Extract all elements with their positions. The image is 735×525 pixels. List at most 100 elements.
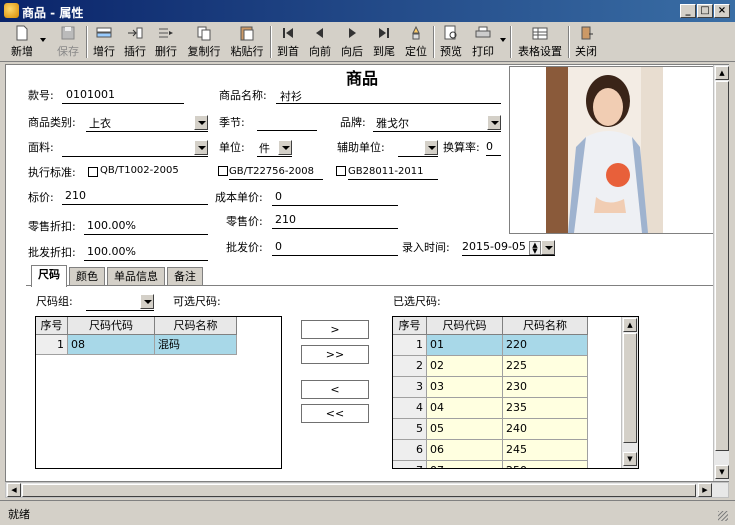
column-header[interactable]: 尺码名称 bbox=[503, 317, 588, 335]
move-all-right-button[interactable]: >> bbox=[301, 345, 369, 364]
table-cell[interactable]: 04 bbox=[427, 398, 503, 419]
preview-button[interactable]: 预览 bbox=[437, 24, 465, 60]
table-cell[interactable]: 220 bbox=[503, 335, 588, 356]
new-button[interactable]: 新增 bbox=[6, 24, 38, 60]
new-icon bbox=[16, 25, 28, 41]
close-window-button[interactable]: × bbox=[714, 4, 730, 18]
std2-checkbox[interactable] bbox=[218, 166, 228, 176]
chevron-down-icon[interactable] bbox=[194, 140, 208, 155]
category-select[interactable]: 上衣 bbox=[86, 115, 208, 132]
save-button[interactable]: 保存 bbox=[52, 24, 84, 60]
grid-scrollbar[interactable]: ▲ ▼ bbox=[621, 317, 638, 468]
table-cell[interactable]: 03 bbox=[427, 377, 503, 398]
paste-row-button[interactable]: 粘贴行 bbox=[227, 24, 267, 60]
scroll-right-icon[interactable]: ▶ bbox=[698, 483, 712, 497]
entry-time-field[interactable]: 2015-09-05 ▲ ▼ bbox=[462, 240, 555, 256]
scroll-thumb[interactable] bbox=[715, 81, 729, 451]
table-cell[interactable]: 250 bbox=[503, 461, 588, 468]
column-header[interactable]: 序号 bbox=[393, 317, 427, 335]
column-header[interactable]: 尺码代码 bbox=[427, 317, 503, 335]
name-field[interactable]: 衬衫 bbox=[276, 88, 501, 104]
unit-select[interactable]: 件 bbox=[257, 140, 292, 157]
season-field[interactable] bbox=[257, 115, 317, 131]
selected-sizes-grid[interactable]: 序号 尺码代码 尺码名称 1 01 220 2 02 225 3 03 230 4 04 235 5 05… bbox=[392, 316, 639, 469]
delete-row-button[interactable]: 删行 bbox=[152, 24, 180, 60]
print-button[interactable]: 打印 bbox=[468, 24, 498, 60]
chevron-down-icon[interactable] bbox=[140, 294, 154, 309]
scroll-up-icon[interactable]: ▲ bbox=[623, 318, 637, 332]
tab-item-info[interactable]: 单品信息 bbox=[107, 267, 165, 286]
resize-grip-icon[interactable] bbox=[718, 511, 728, 521]
size-group-select[interactable] bbox=[86, 294, 154, 311]
brand-select[interactable]: 雅戈尔 bbox=[373, 115, 501, 132]
locate-button[interactable]: 定位 bbox=[402, 24, 430, 60]
table-cell[interactable]: 05 bbox=[427, 419, 503, 440]
chevron-down-icon[interactable] bbox=[424, 140, 438, 155]
chevron-down-icon[interactable] bbox=[194, 115, 208, 130]
tab-size[interactable]: 尺码 bbox=[31, 265, 67, 287]
table-cell[interactable]: 225 bbox=[503, 356, 588, 377]
move-one-right-button[interactable]: > bbox=[301, 320, 369, 339]
std1-checkbox[interactable] bbox=[88, 167, 98, 177]
scroll-thumb[interactable] bbox=[22, 484, 696, 497]
retail-discount-field[interactable]: 100.00% bbox=[84, 219, 208, 235]
ratio-field[interactable]: 0 bbox=[486, 140, 501, 156]
scroll-thumb[interactable] bbox=[623, 333, 637, 443]
print-dropdown-arrow[interactable] bbox=[500, 38, 506, 42]
insert-row-button[interactable]: 插行 bbox=[121, 24, 149, 60]
chevron-down-icon[interactable] bbox=[487, 115, 501, 130]
scroll-down-icon[interactable]: ▼ bbox=[623, 452, 637, 466]
wholesale-price-field[interactable]: 0 bbox=[272, 240, 398, 256]
std2-field: GB/T22756-2008 bbox=[229, 164, 323, 180]
column-header[interactable]: 尺码名称 bbox=[155, 317, 237, 335]
last-button[interactable]: 到尾 bbox=[370, 24, 398, 60]
table-settings-button[interactable]: 表格设置 bbox=[514, 24, 566, 60]
aux-unit-select[interactable] bbox=[398, 140, 438, 157]
table-cell[interactable]: 02 bbox=[427, 356, 503, 377]
retail-price-field[interactable]: 210 bbox=[272, 213, 398, 229]
tab-remarks[interactable]: 备注 bbox=[167, 267, 203, 286]
table-cell[interactable]: 235 bbox=[503, 398, 588, 419]
spinner-icon[interactable]: ▲ ▼ bbox=[529, 241, 541, 255]
main-vertical-scrollbar[interactable]: ▲ ▼ bbox=[713, 65, 729, 481]
price-field[interactable]: 210 bbox=[62, 189, 208, 205]
move-all-left-button[interactable]: << bbox=[301, 404, 369, 423]
cost-field[interactable]: 0 bbox=[272, 190, 398, 206]
table-cell[interactable]: 07 bbox=[427, 461, 503, 468]
wholesale-discount-field[interactable]: 100.00% bbox=[84, 245, 208, 261]
column-header[interactable]: 尺码代码 bbox=[68, 317, 155, 335]
product-photo[interactable] bbox=[546, 67, 663, 233]
table-cell[interactable]: 混码 bbox=[155, 335, 237, 355]
scroll-up-icon[interactable]: ▲ bbox=[715, 66, 729, 80]
table-cell[interactable]: 245 bbox=[503, 440, 588, 461]
move-one-left-button[interactable]: < bbox=[301, 380, 369, 399]
new-dropdown-arrow[interactable] bbox=[40, 38, 46, 42]
maximize-button[interactable]: □ bbox=[697, 4, 713, 18]
prev-button[interactable]: 向前 bbox=[306, 24, 334, 60]
next-button[interactable]: 向后 bbox=[338, 24, 366, 60]
toolbar-separator bbox=[568, 26, 570, 58]
first-button[interactable]: 到首 bbox=[274, 24, 302, 60]
selectable-sizes-grid[interactable]: 序号 尺码代码 尺码名称 1 08 混码 bbox=[35, 316, 282, 469]
column-header[interactable]: 序号 bbox=[36, 317, 68, 335]
fabric-select[interactable] bbox=[62, 140, 208, 157]
std3-checkbox[interactable] bbox=[336, 166, 346, 176]
table-cell[interactable]: 230 bbox=[503, 377, 588, 398]
table-cell[interactable]: 01 bbox=[427, 335, 503, 356]
table-cell[interactable]: 08 bbox=[68, 335, 155, 355]
chevron-down-icon[interactable] bbox=[278, 140, 292, 155]
delete-row-icon bbox=[159, 28, 173, 38]
selectable-sizes-label: 可选尺码: bbox=[173, 295, 221, 308]
tab-color[interactable]: 颜色 bbox=[69, 267, 105, 286]
table-cell[interactable]: 240 bbox=[503, 419, 588, 440]
chevron-down-icon[interactable] bbox=[541, 240, 555, 255]
scroll-down-icon[interactable]: ▼ bbox=[715, 465, 729, 479]
add-row-button[interactable]: 增行 bbox=[90, 24, 118, 60]
code-field[interactable]: 0101001 bbox=[62, 88, 184, 104]
table-cell[interactable]: 06 bbox=[427, 440, 503, 461]
main-horizontal-scrollbar[interactable]: ◀ ▶ bbox=[5, 482, 729, 498]
minimize-button[interactable]: _ bbox=[680, 4, 696, 18]
copy-row-button[interactable]: 复制行 bbox=[184, 24, 224, 60]
scroll-left-icon[interactable]: ◀ bbox=[7, 483, 21, 497]
close-button[interactable]: 关闭 bbox=[572, 24, 600, 60]
